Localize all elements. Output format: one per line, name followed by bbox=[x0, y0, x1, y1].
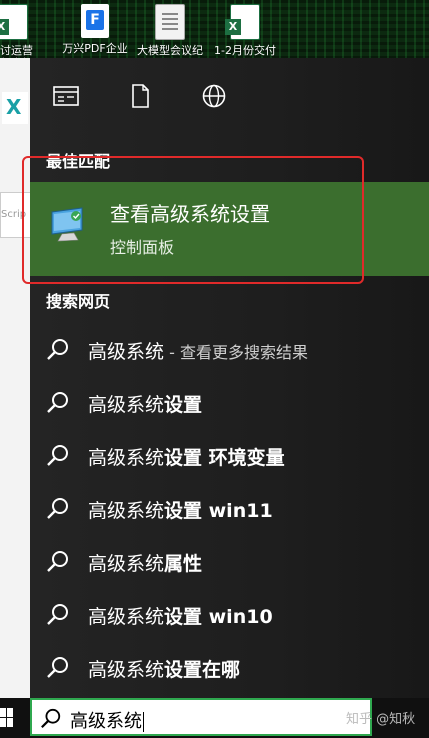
web-result-text: 高级系统设置 环境变量 bbox=[88, 447, 285, 469]
windows-start-icon[interactable] bbox=[0, 708, 14, 728]
web-result-text: 高级系统设置 win11 bbox=[88, 500, 273, 522]
search-icon bbox=[47, 392, 68, 413]
search-icon bbox=[47, 339, 68, 360]
excel-file-icon bbox=[225, 4, 260, 40]
pdf-app-icon bbox=[81, 4, 109, 38]
desktop-icon-label: 1-2月份交付 bbox=[214, 44, 276, 57]
desktop-icon-pdf[interactable]: 万兴PDF企业 bbox=[60, 4, 130, 55]
search-icon bbox=[47, 657, 68, 678]
web-result-text: 高级系统设置 win10 bbox=[88, 606, 273, 628]
globe-icon[interactable] bbox=[200, 84, 228, 108]
web-result-item[interactable]: 高级系统设置 bbox=[30, 378, 429, 428]
file-icon[interactable] bbox=[126, 84, 154, 108]
search-icon bbox=[41, 708, 61, 729]
taskbar: 高级系统 知乎 @知秋 bbox=[0, 698, 429, 738]
search-filter-toolbar bbox=[30, 58, 429, 138]
taskbar-search-box[interactable]: 高级系统 bbox=[30, 698, 372, 736]
web-search-heading: 搜索网页 bbox=[46, 292, 111, 311]
best-match-title: 查看高级系统设置 bbox=[110, 202, 270, 226]
web-result-item[interactable]: 高级系统设置 环境变量 bbox=[30, 431, 429, 481]
web-result-text: 高级系统属性 bbox=[88, 553, 203, 575]
xmind-app-icon[interactable] bbox=[2, 92, 28, 124]
best-match-result[interactable]: 查看高级系统设置 控制面板 bbox=[30, 182, 429, 276]
background-window-edge bbox=[0, 58, 30, 698]
document-file-icon bbox=[155, 4, 185, 40]
system-settings-monitor-icon bbox=[48, 204, 88, 244]
web-result-item[interactable]: 高级系统设置 win10 bbox=[30, 590, 429, 640]
desktop-icon-label: 大模型会议纪 bbox=[137, 44, 203, 57]
web-result-item[interactable]: 高级系统设置 win11 bbox=[30, 484, 429, 534]
watermark-text: 知乎 @知秋 bbox=[346, 712, 416, 727]
web-result-text: 高级系统设置在哪 bbox=[88, 659, 241, 681]
document-view-icon[interactable] bbox=[52, 84, 80, 108]
best-match-subtitle: 控制面板 bbox=[110, 238, 175, 257]
best-match-heading: 最佳匹配 bbox=[46, 152, 111, 171]
search-icon bbox=[47, 498, 68, 519]
search-icon bbox=[47, 604, 68, 625]
desktop-icon-excel-2[interactable]: 1-2月份交付 bbox=[210, 4, 280, 57]
search-icon bbox=[47, 551, 68, 572]
web-result-item[interactable]: 高级系统 - 查看更多搜索结果 bbox=[30, 325, 429, 375]
web-result-item[interactable]: 高级系统属性 bbox=[30, 537, 429, 587]
web-result-hint: - 查看更多搜索结果 bbox=[164, 343, 308, 362]
background-window-text: Scrip bbox=[0, 192, 32, 238]
search-icon bbox=[47, 445, 68, 466]
web-result-item[interactable]: 高级系统设置在哪 bbox=[30, 643, 429, 693]
text-caret bbox=[143, 712, 144, 732]
web-result-text: 高级系统 - 查看更多搜索结果 bbox=[88, 341, 308, 363]
desktop-icon-doc[interactable]: 大模型会议纪 bbox=[135, 4, 205, 57]
search-input[interactable]: 高级系统 bbox=[70, 707, 144, 733]
search-results-panel: 最佳匹配 查看高级系统设置 控制面板 搜索网页 高级系统 - 查看更多搜索结果 … bbox=[30, 58, 429, 698]
web-result-text: 高级系统设置 bbox=[88, 394, 203, 416]
desktop-icon-label: 万兴PDF企业 bbox=[62, 42, 128, 55]
excel-file-icon bbox=[0, 4, 28, 40]
